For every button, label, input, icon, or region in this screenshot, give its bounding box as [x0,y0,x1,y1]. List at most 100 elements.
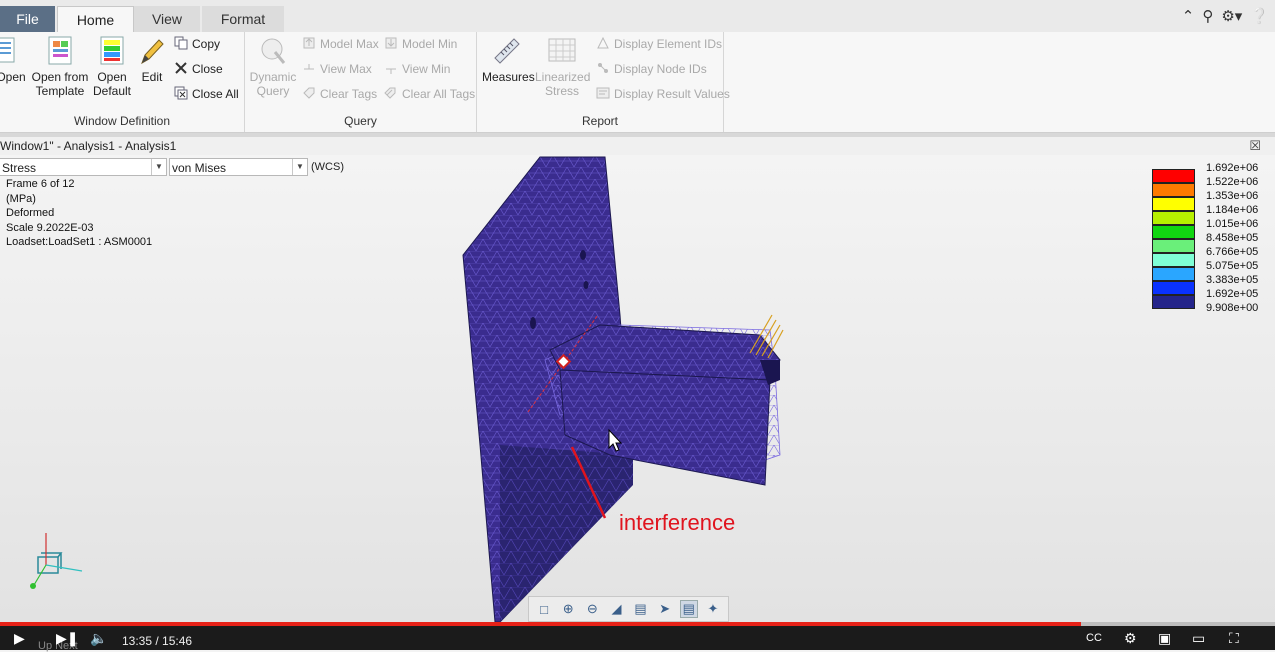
close-all-button[interactable]: Close All [174,84,239,104]
legend-value: 6.766e+05 [1206,246,1259,258]
dynamic-query-icon [261,38,286,64]
zoom-out-icon[interactable]: ⊖ [583,600,601,618]
legend-swatch [1152,267,1195,281]
legend-value: 1.353e+06 [1206,190,1259,202]
copy-label: Copy [192,37,221,51]
dynamic-query-label-1: Dynamic [249,70,297,84]
open-icon [0,37,15,63]
open-from-template-button[interactable]: Open from Template [30,36,90,98]
clear-tags-button[interactable]: Clear Tags [302,84,377,104]
legend-swatch [1152,295,1195,309]
model-min-button[interactable]: Model Min [384,34,457,54]
tab-format[interactable]: Format [202,6,284,32]
open-from-template-label-2: Template [35,84,85,98]
spin-icon[interactable]: ➤ [656,600,674,618]
help-icon[interactable]: ❔ [1250,7,1269,25]
tab-home[interactable]: Home [57,6,134,33]
group-report: Measures Linearized Stress Display Eleme… [477,32,730,132]
miniplayer-icon[interactable]: ▣ [1158,630,1171,647]
window-close-icon[interactable]: ☒ [1249,137,1261,155]
view-min-icon [386,68,396,74]
window-title: Window1" - Analysis1 - Analysis1 [0,139,177,153]
interference-annotation: interference [619,510,736,535]
view-max-button[interactable]: View Max [302,59,372,79]
close-all-icon [174,86,188,100]
edit-button[interactable]: Edit [136,36,168,84]
open-default-button[interactable]: Open Default [91,36,133,98]
refit-icon[interactable]: □ [535,600,553,618]
model-max-button[interactable]: Model Max [302,34,379,54]
play-icon[interactable]: ▶ [14,630,25,647]
dynamic-query-label-2: Query [256,84,290,98]
video-player-controls: ▶ Up Next ▶❚ 🔈 13:35 / 15:46 CC ⚙ ▣ ▭ ⛶ [0,626,1275,652]
theater-mode-icon[interactable]: ▭ [1192,630,1205,647]
ribbon: Open Open from Template Open Default Edi… [0,32,1275,133]
linearized-stress-button[interactable]: Linearized Stress [535,36,591,98]
top-right-icons: ⌃ ⚲ ⚙▾ ❔ [1182,7,1269,25]
group-query: Dynamic Query Model Max Model Min View M… [245,32,477,132]
display-node-ids-label: Display Node IDs [614,62,707,76]
legend-value: 3.383e+05 [1206,274,1259,286]
close-icon [175,62,187,74]
group-label-report: Report [581,114,619,128]
fem-model [30,156,784,622]
clear-all-tags-button[interactable]: Clear All Tags [384,84,475,104]
settings-icon[interactable]: ✦ [704,600,722,618]
measures-button[interactable]: Measures [482,36,535,84]
legend-value: 9.908e+00 [1206,302,1259,314]
display-style-icon[interactable]: ▤ [679,600,698,618]
copy-button[interactable]: Copy [174,34,220,54]
group-window-definition: Open Open from Template Open Default Edi… [0,32,245,132]
clear-tags-label: Clear Tags [320,87,378,101]
model-max-label: Model Max [320,37,379,51]
legend-value: 8.458e+05 [1206,232,1259,244]
display-element-ids-button[interactable]: Display Element IDs [596,34,722,54]
volume-icon[interactable]: 🔈 [90,630,107,647]
measures-label: Measures [482,70,535,84]
element-ids-icon [597,36,609,49]
legend-swatch [1152,281,1195,295]
caret-up-icon[interactable]: ⌃ [1182,7,1195,25]
video-duration: 15:46 [162,634,193,648]
fullscreen-icon[interactable]: ⛶ [1229,630,1239,647]
close-button[interactable]: Close [174,59,223,79]
settings-icon[interactable]: ⚙▾ [1221,7,1242,25]
video-time: 13:35 / 15:46 [122,634,193,648]
legend-swatch [1152,183,1195,197]
ribbon-tab-bar: File Home View Format ⌃ ⚲ ⚙▾ ❔ [0,0,1275,33]
dynamic-query-button[interactable]: Dynamic Query [249,36,297,98]
legend-value: 1.692e+06 [1206,162,1259,174]
captions-icon[interactable]: CC [1086,632,1102,644]
plate-hole [530,317,536,329]
display-node-ids-button[interactable]: Display Node IDs [596,59,707,79]
legend-value: 1.522e+06 [1206,176,1259,188]
window-title-bar: Window1" - Analysis1 - Analysis1 ☒ [0,137,1275,155]
linearized-stress-label-1: Linearized [535,70,591,84]
display-result-values-label: Display Result Values [614,87,730,101]
legend-value: 5.075e+05 [1206,260,1259,272]
legend-value: 1.692e+05 [1206,288,1259,300]
open-from-template-label-1: Open from [31,70,89,84]
legend-swatch [1152,211,1195,225]
view-min-button[interactable]: View Min [384,59,450,79]
tab-file[interactable]: File [0,6,55,32]
pencil-icon [141,39,164,65]
view-min-label: View Min [402,62,451,76]
close-label: Close [192,62,223,76]
zoom-in-icon[interactable]: ⊕ [559,600,577,618]
results-viewport[interactable]: Stress ▼ von Mises ▼ (WCS) Frame 6 of 12… [0,155,1275,622]
group-label-window-definition: Window Definition [73,114,171,128]
tab-view[interactable]: View [134,6,200,32]
edit-label: Edit [141,70,163,84]
next-icon[interactable]: ▶❚ [56,630,79,647]
saved-views-icon[interactable]: ▤ [632,600,650,618]
open-button[interactable]: Open [0,36,26,84]
display-result-values-button[interactable]: Display Result Values [596,84,730,104]
settings-icon[interactable]: ⚙ [1124,630,1137,647]
display-element-ids-label: Display Element IDs [614,37,723,51]
plate-hole [583,281,589,289]
pan-icon[interactable]: ◢ [607,600,625,618]
video-current-time: 13:35 [122,634,153,648]
open-default-label-2: Default [92,84,132,98]
search-icon[interactable]: ⚲ [1202,7,1213,25]
